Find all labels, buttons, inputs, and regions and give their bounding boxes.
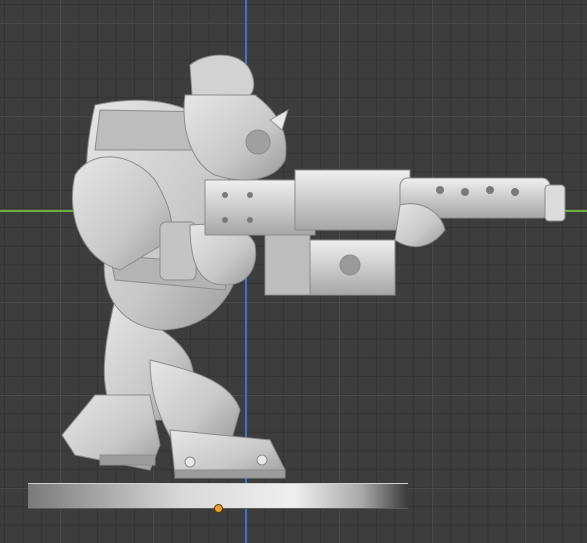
3d-viewport[interactable] [0,0,587,543]
heavy-gun [204,169,566,296]
ork-gunner-miniature-icon[interactable] [0,0,587,543]
head [183,54,289,181]
object-origin-marker[interactable] [214,504,223,513]
